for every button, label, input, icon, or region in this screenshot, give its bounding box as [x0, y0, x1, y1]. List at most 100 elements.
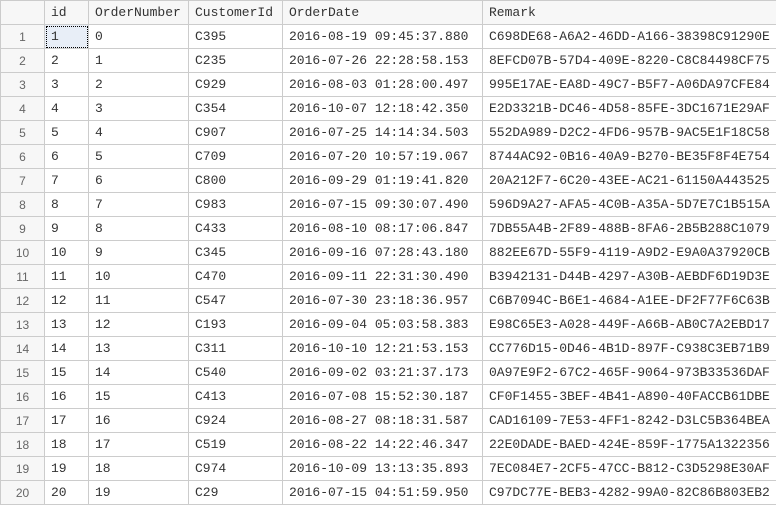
- cell-customerid[interactable]: C235: [189, 49, 283, 73]
- cell-customerid[interactable]: C547: [189, 289, 283, 313]
- row-number-cell[interactable]: 8: [1, 193, 45, 217]
- table-row[interactable]: 171716C9242016-08-27 08:18:31.587CAD1610…: [1, 409, 776, 433]
- row-number-cell[interactable]: 15: [1, 361, 45, 385]
- row-number-cell[interactable]: 16: [1, 385, 45, 409]
- cell-ordernumber[interactable]: 9: [89, 241, 189, 265]
- cell-id[interactable]: 9: [45, 217, 89, 241]
- cell-ordernumber[interactable]: 4: [89, 121, 189, 145]
- cell-id[interactable]: 17: [45, 409, 89, 433]
- cell-orderdate[interactable]: 2016-10-09 13:13:35.893: [283, 457, 483, 481]
- table-row[interactable]: 554C9072016-07-25 14:14:34.503552DA989-D…: [1, 121, 776, 145]
- table-row[interactable]: 10109C3452016-09-16 07:28:43.180882EE67D…: [1, 241, 776, 265]
- cell-customerid[interactable]: C395: [189, 25, 283, 49]
- cell-remark[interactable]: E2D3321B-DC46-4D58-85FE-3DC1671E29AF: [483, 97, 776, 121]
- row-number-cell[interactable]: 4: [1, 97, 45, 121]
- cell-customerid[interactable]: C540: [189, 361, 283, 385]
- cell-ordernumber[interactable]: 15: [89, 385, 189, 409]
- table-row[interactable]: 161615C4132016-07-08 15:52:30.187CF0F145…: [1, 385, 776, 409]
- cell-customerid[interactable]: C413: [189, 385, 283, 409]
- cell-id[interactable]: 15: [45, 361, 89, 385]
- row-number-cell[interactable]: 13: [1, 313, 45, 337]
- cell-ordernumber[interactable]: 14: [89, 361, 189, 385]
- cell-id[interactable]: 19: [45, 457, 89, 481]
- cell-customerid[interactable]: C709: [189, 145, 283, 169]
- row-number-cell[interactable]: 9: [1, 217, 45, 241]
- cell-ordernumber[interactable]: 13: [89, 337, 189, 361]
- table-row[interactable]: 141413C3112016-10-10 12:21:53.153CC776D1…: [1, 337, 776, 361]
- row-number-cell[interactable]: 3: [1, 73, 45, 97]
- row-number-cell[interactable]: 20: [1, 481, 45, 505]
- cell-id[interactable]: 13: [45, 313, 89, 337]
- table-row[interactable]: 221C2352016-07-26 22:28:58.1538EFCD07B-5…: [1, 49, 776, 73]
- cell-orderdate[interactable]: 2016-09-11 22:31:30.490: [283, 265, 483, 289]
- data-grid[interactable]: id OrderNumber CustomerId OrderDate Rema…: [0, 0, 776, 505]
- table-row[interactable]: 151514C5402016-09-02 03:21:37.1730A97E9F…: [1, 361, 776, 385]
- row-number-cell[interactable]: 17: [1, 409, 45, 433]
- cell-customerid[interactable]: C345: [189, 241, 283, 265]
- cell-id[interactable]: 20: [45, 481, 89, 505]
- row-number-cell[interactable]: 1: [1, 25, 45, 49]
- row-number-cell[interactable]: 11: [1, 265, 45, 289]
- col-header-remark[interactable]: Remark: [483, 1, 776, 25]
- row-number-cell[interactable]: 14: [1, 337, 45, 361]
- row-number-cell[interactable]: 7: [1, 169, 45, 193]
- cell-id[interactable]: 7: [45, 169, 89, 193]
- cell-customerid[interactable]: C29: [189, 481, 283, 505]
- table-row[interactable]: 181817C5192016-08-22 14:22:46.34722E0DAD…: [1, 433, 776, 457]
- cell-customerid[interactable]: C311: [189, 337, 283, 361]
- table-row[interactable]: 665C7092016-07-20 10:57:19.0678744AC92-0…: [1, 145, 776, 169]
- cell-orderdate[interactable]: 2016-09-29 01:19:41.820: [283, 169, 483, 193]
- table-row[interactable]: 121211C5472016-07-30 23:18:36.957C6B7094…: [1, 289, 776, 313]
- cell-ordernumber[interactable]: 0: [89, 25, 189, 49]
- cell-ordernumber[interactable]: 2: [89, 73, 189, 97]
- table-row[interactable]: 887C9832016-07-15 09:30:07.490596D9A27-A…: [1, 193, 776, 217]
- cell-customerid[interactable]: C800: [189, 169, 283, 193]
- cell-remark[interactable]: C6B7094C-B6E1-4684-A1EE-DF2F77F6C63B: [483, 289, 776, 313]
- cell-remark[interactable]: 8EFCD07B-57D4-409E-8220-C8C84498CF75: [483, 49, 776, 73]
- col-header-id[interactable]: id: [45, 1, 89, 25]
- cell-remark[interactable]: 596D9A27-AFA5-4C0B-A35A-5D7E7C1B515A: [483, 193, 776, 217]
- cell-remark[interactable]: C698DE68-A6A2-46DD-A166-38398C91290E: [483, 25, 776, 49]
- cell-ordernumber[interactable]: 8: [89, 217, 189, 241]
- cell-id[interactable]: 18: [45, 433, 89, 457]
- table-row[interactable]: 776C8002016-09-29 01:19:41.82020A212F7-6…: [1, 169, 776, 193]
- cell-ordernumber[interactable]: 16: [89, 409, 189, 433]
- col-header-ordernumber[interactable]: OrderNumber: [89, 1, 189, 25]
- cell-id[interactable]: 2: [45, 49, 89, 73]
- cell-id[interactable]: 12: [45, 289, 89, 313]
- cell-orderdate[interactable]: 2016-07-15 09:30:07.490: [283, 193, 483, 217]
- cell-remark[interactable]: CAD16109-7E53-4FF1-8242-D3LC5B364BEA: [483, 409, 776, 433]
- cell-id[interactable]: 5: [45, 121, 89, 145]
- cell-ordernumber[interactable]: 5: [89, 145, 189, 169]
- cell-customerid[interactable]: C974: [189, 457, 283, 481]
- table-row[interactable]: 111110C4702016-09-11 22:31:30.490B394213…: [1, 265, 776, 289]
- cell-ordernumber[interactable]: 3: [89, 97, 189, 121]
- cell-orderdate[interactable]: 2016-09-04 05:03:58.383: [283, 313, 483, 337]
- cell-orderdate[interactable]: 2016-08-19 09:45:37.880: [283, 25, 483, 49]
- table-row[interactable]: 131312C1932016-09-04 05:03:58.383E98C65E…: [1, 313, 776, 337]
- cell-orderdate[interactable]: 2016-07-25 14:14:34.503: [283, 121, 483, 145]
- col-header-orderdate[interactable]: OrderDate: [283, 1, 483, 25]
- cell-customerid[interactable]: C924: [189, 409, 283, 433]
- cell-orderdate[interactable]: 2016-10-10 12:21:53.153: [283, 337, 483, 361]
- cell-remark[interactable]: 882EE67D-55F9-4119-A9D2-E9A0A37920CB: [483, 241, 776, 265]
- cell-ordernumber[interactable]: 17: [89, 433, 189, 457]
- col-header-customerid[interactable]: CustomerId: [189, 1, 283, 25]
- cell-id[interactable]: 6: [45, 145, 89, 169]
- table-row[interactable]: 998C4332016-08-10 08:17:06.8477DB55A4B-2…: [1, 217, 776, 241]
- cell-ordernumber[interactable]: 18: [89, 457, 189, 481]
- cell-remark[interactable]: 0A97E9F2-67C2-465F-9064-973B33536DAF: [483, 361, 776, 385]
- table-row[interactable]: 332C9292016-08-03 01:28:00.497995E17AE-E…: [1, 73, 776, 97]
- cell-orderdate[interactable]: 2016-07-26 22:28:58.153: [283, 49, 483, 73]
- cell-customerid[interactable]: C519: [189, 433, 283, 457]
- row-number-cell[interactable]: 19: [1, 457, 45, 481]
- cell-id[interactable]: 16: [45, 385, 89, 409]
- table-row[interactable]: 110C3952016-08-19 09:45:37.880C698DE68-A…: [1, 25, 776, 49]
- cell-orderdate[interactable]: 2016-07-30 23:18:36.957: [283, 289, 483, 313]
- cell-remark[interactable]: 8744AC92-0B16-40A9-B270-BE35F8F4E754: [483, 145, 776, 169]
- cell-remark[interactable]: 22E0DADE-BAED-424E-859F-1775A1322356: [483, 433, 776, 457]
- row-number-cell[interactable]: 6: [1, 145, 45, 169]
- row-number-cell[interactable]: 2: [1, 49, 45, 73]
- cell-ordernumber[interactable]: 11: [89, 289, 189, 313]
- row-number-cell[interactable]: 10: [1, 241, 45, 265]
